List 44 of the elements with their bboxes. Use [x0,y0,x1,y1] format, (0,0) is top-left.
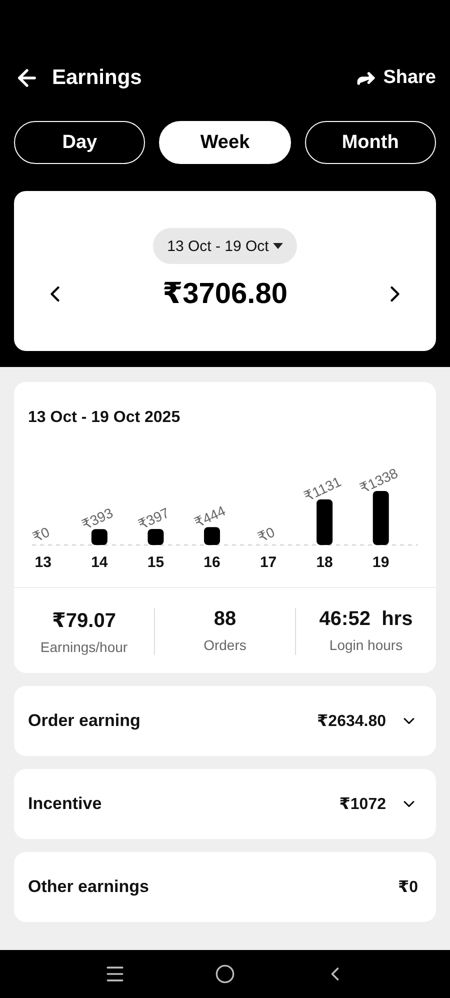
day-label: 19 [372,554,390,571]
bar [316,499,333,545]
bar-value-label: ₹444 [192,502,228,531]
period-tab[interactable]: Week [159,121,291,164]
day-label: 18 [316,554,333,571]
row-label: Other earnings [28,877,149,897]
stat-value: 46:52 hrs [319,608,413,631]
stat-label: Orders [204,637,246,653]
bar-value-label: ₹1338 [357,464,400,496]
bar-value-label: ₹1131 [301,473,344,504]
bar [91,529,108,545]
day-label: 16 [204,554,220,571]
earning-row[interactable]: Order earning ₹2634.80 [14,686,436,756]
chart-title: 13 Oct - 19 Oct 2025 [27,408,182,427]
bar-value-label: ₹0 [255,524,278,546]
period-tab[interactable]: Month [304,121,436,164]
page-title: Earnings [52,66,142,90]
bar-value-label: ₹0 [30,524,52,546]
period-tab[interactable]: Day [14,121,146,164]
row-label: Order earning [28,711,140,731]
day-label: 17 [260,554,277,571]
caret-icon [272,243,283,249]
stat-label: Login hours [329,637,403,653]
row-label: Incentive [28,794,102,814]
date-range-dropdown[interactable]: 13 Oct - 19 Oct [153,228,297,264]
row-amount: ₹0 [398,878,418,897]
row-amount: ₹1072 [339,795,386,814]
home-icon[interactable] [214,964,235,984]
stat-label: Earnings/hour [40,639,128,655]
earning-row[interactable]: Other earnings ₹0 [14,852,436,922]
total-earnings: ₹3706.80 [162,277,288,311]
share-button[interactable]: Share [355,67,436,89]
stat-value: 88 [214,608,236,631]
earning-row[interactable]: Incentive ₹1072 [14,769,436,839]
stat-value: ₹79.07 [52,609,116,633]
day-label: 14 [91,554,108,571]
row-amount: ₹2634.80 [317,712,386,731]
bar-value-label: ₹397 [136,504,172,533]
day-label: 15 [147,554,164,571]
bar [204,527,220,545]
bar [372,491,389,545]
day-label: 13 [34,554,52,571]
bar-value-label: ₹393 [79,504,116,533]
bar [148,528,164,545]
